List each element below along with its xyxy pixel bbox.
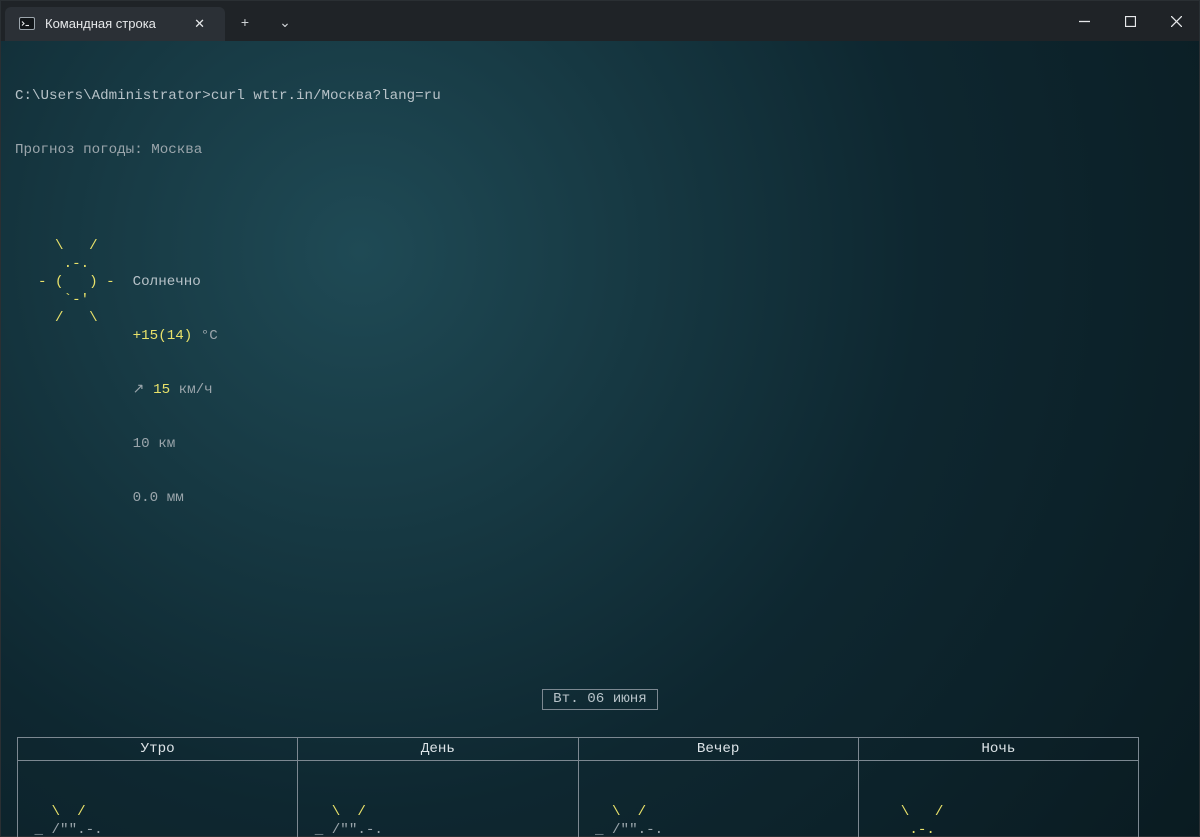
period-header: Ночь	[858, 738, 1138, 761]
current-temp: +15	[133, 328, 159, 344]
command-text: curl wttr.in/Москва?lang=ru	[211, 88, 441, 104]
terminal-tab[interactable]: Командная строка ✕	[5, 7, 225, 41]
current-conditions: \ / .-. - ( ) - `-' / \ Солнечно +15(14)…	[21, 237, 1185, 543]
tab-title: Командная строка	[45, 15, 156, 33]
period-header: Вечер	[578, 738, 858, 761]
terminal-icon	[19, 16, 35, 32]
date-label: Вт. 06 июня	[542, 689, 658, 710]
current-cond: Солнечно	[133, 273, 1185, 291]
new-tab-button[interactable]: +	[225, 7, 265, 41]
sun-icon: \ / .-. - ( ) - `-' / \	[21, 237, 115, 543]
tab-dropdown-button[interactable]: ⌄	[265, 7, 305, 41]
tab-close-button[interactable]: ✕	[188, 13, 211, 35]
forecast-cell: \ / _ /"".-. \_( ). /(___(__) Переменная…	[578, 761, 858, 837]
prompt: C:\Users\Administrator>	[15, 88, 211, 104]
period-header: День	[298, 738, 578, 761]
period-header: Утро	[18, 738, 298, 761]
weather-icon: \ / .-. - ( ) - `-' / \	[867, 803, 977, 837]
current-info: Солнечно +15(14) °C ↗ 15 км/ч 10 км 0.0 …	[133, 237, 1185, 543]
minimize-button[interactable]	[1061, 1, 1107, 41]
weather-icon: \ / _ /"".-. \_( ). /(___(__)	[306, 803, 416, 837]
forecast-cell: \ / _ /"".-. \_( ). /(___(__) Переменная…	[18, 761, 298, 837]
titlebar: Командная строка ✕ + ⌄	[1, 1, 1199, 41]
window-controls	[1061, 1, 1199, 41]
close-button[interactable]	[1153, 1, 1199, 41]
weather-icon: \ / _ /"".-. \_( ). /(___(__)	[587, 803, 697, 837]
forecast-cell: \ / .-. - ( ) - `-' / \ Солнечно 16 °C ↘…	[858, 761, 1138, 837]
weather-icon: \ / _ /"".-. \_( ). /(___(__)	[26, 803, 136, 837]
maximize-button[interactable]	[1107, 1, 1153, 41]
forecast-header: Прогноз погоды: Москва	[15, 141, 1185, 159]
forecast-table: УтроДеньВечерНочь \ / _ /"".-. \_( ). /(…	[17, 737, 1139, 837]
day-forecast: Вт. 06 июня УтроДеньВечерНочь \ / _ /"".…	[17, 653, 1183, 837]
forecast-cell: \ / _ /"".-. \_( ). /(___(__) Переменная…	[298, 761, 578, 837]
terminal-body[interactable]: C:\Users\Administrator>curl wttr.in/Моск…	[1, 41, 1199, 837]
